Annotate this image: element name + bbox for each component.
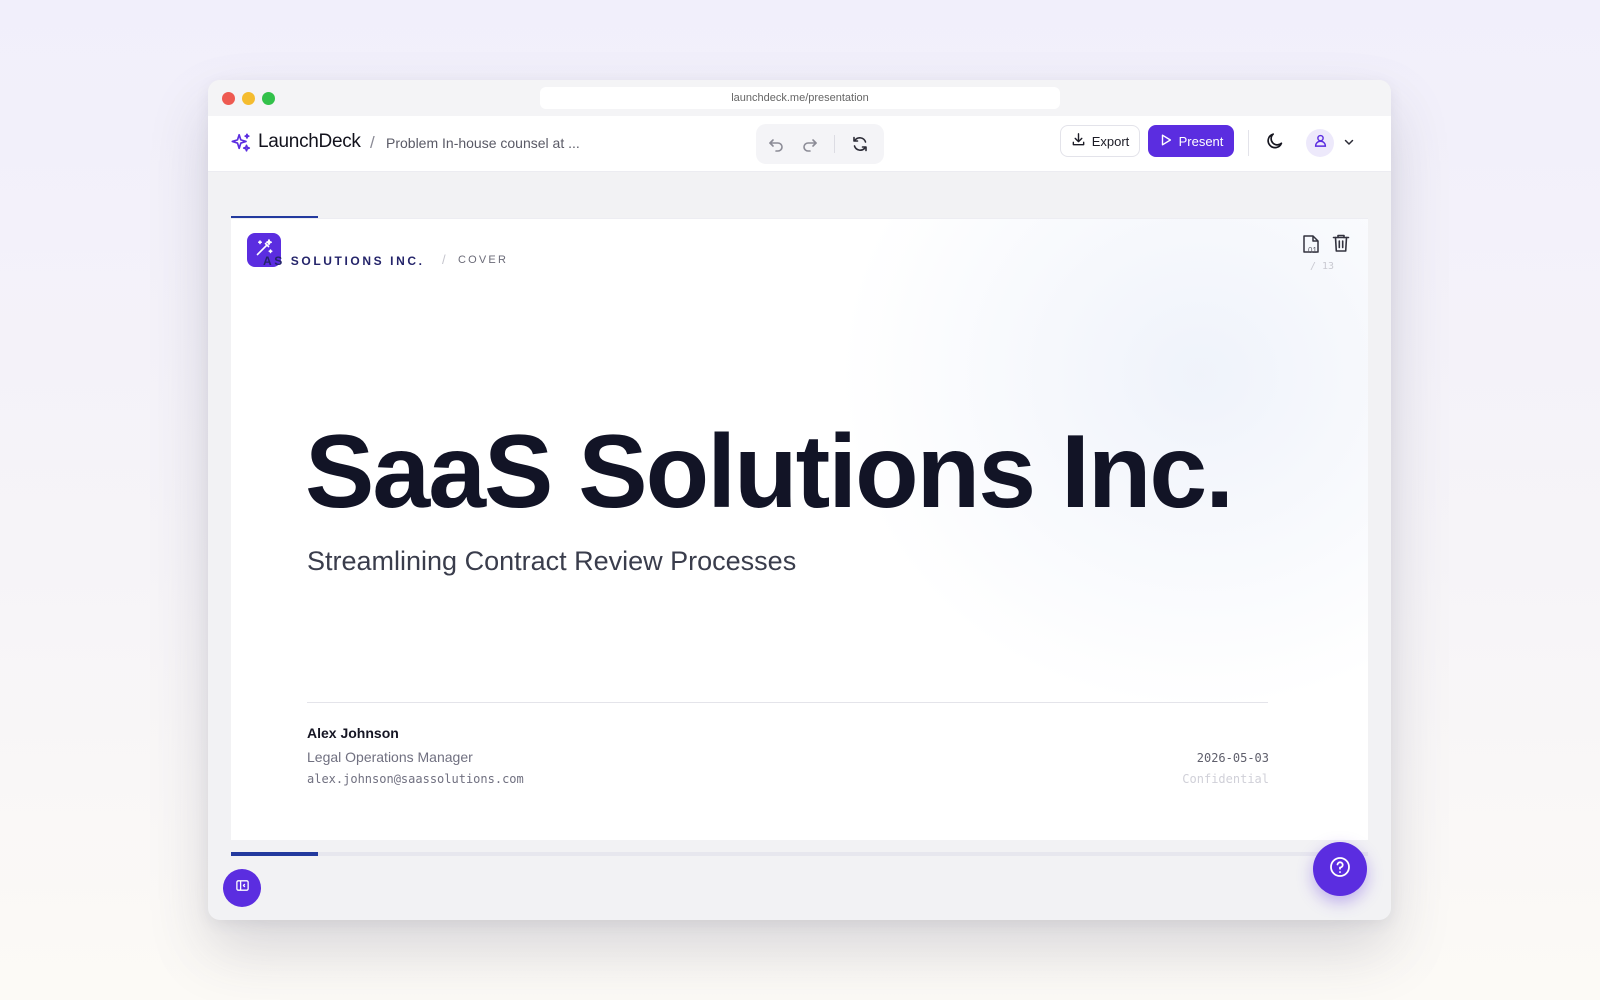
- app-header: LaunchDeck / Problem In-house counsel at…: [208, 116, 1391, 172]
- help-icon: [1328, 855, 1352, 884]
- sparkle-icon: [230, 132, 252, 154]
- presenter-role[interactable]: Legal Operations Manager: [307, 749, 473, 765]
- header-divider: [1248, 130, 1249, 156]
- chevron-down-icon[interactable]: [1342, 135, 1356, 149]
- address-bar[interactable]: launchdeck.me/presentation: [540, 87, 1060, 109]
- presenter-email[interactable]: alex.johnson@saassolutions.com: [307, 772, 524, 786]
- close-window-button[interactable]: [222, 92, 235, 105]
- slide-company-eyebrow: AS SOLUTIONS INC.: [263, 254, 425, 268]
- progress-bottom-fill: [231, 852, 319, 856]
- presenter-name[interactable]: Alex Johnson: [307, 725, 399, 741]
- minimize-window-button[interactable]: [242, 92, 255, 105]
- present-button[interactable]: Present: [1148, 125, 1234, 157]
- user-icon: [1313, 133, 1328, 153]
- maximize-window-button[interactable]: [262, 92, 275, 105]
- eyebrow-separator: /: [442, 252, 446, 267]
- classification-label[interactable]: Confidential: [1182, 772, 1269, 786]
- slide-title[interactable]: SaaS Solutions Inc.: [305, 413, 1234, 532]
- help-button[interactable]: [1313, 842, 1367, 896]
- sidebar-toggle-icon: [235, 878, 250, 898]
- breadcrumb-separator: /: [370, 133, 375, 152]
- trash-icon[interactable]: [1330, 232, 1352, 254]
- export-label: Export: [1091, 133, 1130, 149]
- present-label: Present: [1178, 133, 1224, 149]
- undo-icon[interactable]: [766, 134, 786, 154]
- slide-section-label: COVER: [458, 254, 509, 266]
- moon-icon[interactable]: [1264, 130, 1288, 154]
- slide-date[interactable]: 2026-05-03: [1197, 751, 1269, 765]
- sidebar-toggle-button[interactable]: [223, 869, 261, 907]
- slide-progress-bottom: [231, 852, 1368, 856]
- avatar[interactable]: [1306, 129, 1334, 157]
- slide-subtitle[interactable]: Streamlining Contract Review Processes: [307, 546, 796, 577]
- history-toolbar: [756, 124, 884, 164]
- slide-page-number: 01: [1308, 246, 1317, 255]
- play-icon: [1159, 133, 1173, 150]
- browser-titlebar: launchdeck.me/presentation: [208, 80, 1391, 116]
- slide-divider: [307, 702, 1268, 703]
- export-button[interactable]: Export: [1060, 125, 1140, 157]
- refresh-icon[interactable]: [850, 134, 870, 154]
- document-title[interactable]: Problem In-house counsel at ...: [386, 135, 580, 151]
- redo-icon[interactable]: [800, 134, 820, 154]
- app-name[interactable]: LaunchDeck: [258, 131, 361, 153]
- download-icon: [1071, 132, 1086, 150]
- slide-page-total: / 13: [1310, 261, 1335, 272]
- browser-window: launchdeck.me/presentation LaunchDeck / …: [208, 80, 1391, 920]
- toolbar-divider: [834, 135, 835, 153]
